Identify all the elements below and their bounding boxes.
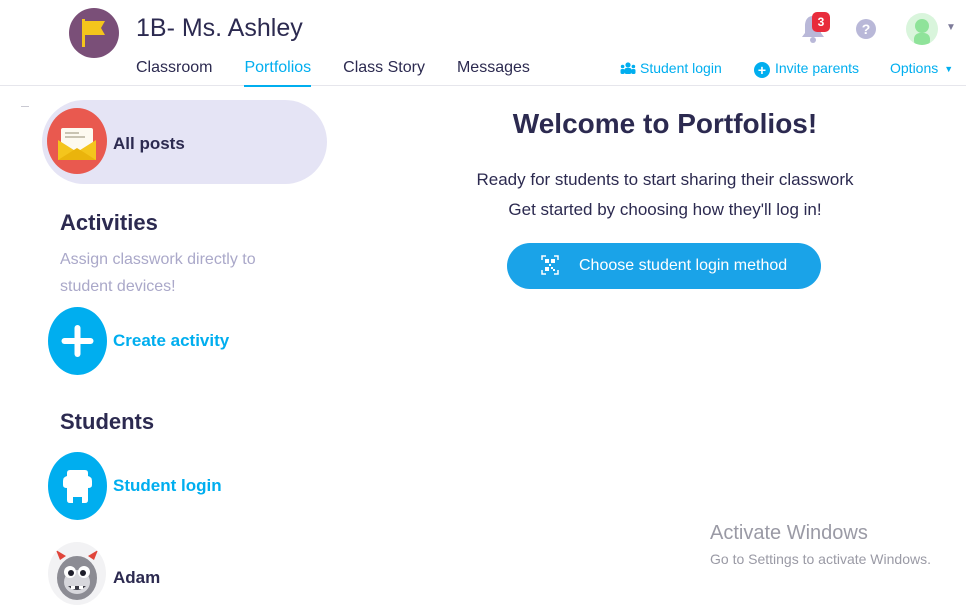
invite-parents-label: Invite parents xyxy=(775,60,860,76)
all-posts-item[interactable]: All posts xyxy=(42,100,327,184)
class-title: 1B- Ms. Ashley xyxy=(136,14,303,42)
sidebar: All posts Activities Assign classwork di… xyxy=(0,86,340,605)
user-silhouette-icon xyxy=(914,19,930,45)
choose-login-method-label: Choose student login method xyxy=(579,257,788,274)
user-avatar[interactable] xyxy=(906,13,938,45)
tab-classroom[interactable]: Classroom xyxy=(136,59,212,87)
student-login-button[interactable]: Student login xyxy=(48,452,338,520)
divider xyxy=(21,106,29,107)
student-name: Adam xyxy=(113,568,161,587)
help-icon[interactable]: ? xyxy=(856,19,876,39)
header-student-login-label: Student login xyxy=(640,60,722,76)
student-login-circle xyxy=(48,452,107,520)
invite-parents-link[interactable]: + Invite parents xyxy=(754,60,859,78)
nav-tabs: Classroom Portfolios Class Story Message… xyxy=(136,59,562,87)
flag-icon xyxy=(82,19,105,47)
intro-line-1: Ready for students to start sharing thei… xyxy=(476,170,854,189)
notification-badge: 3 xyxy=(812,12,830,32)
options-label: Options xyxy=(890,60,939,76)
students-icon xyxy=(620,62,636,74)
plus-circle-icon: + xyxy=(754,62,770,78)
chevron-down-icon: ▼ xyxy=(944,64,954,74)
activate-windows-subtitle: Go to Settings to activate Windows. xyxy=(710,551,931,567)
options-link[interactable]: Options ▼ xyxy=(890,60,953,76)
student-icon xyxy=(63,470,92,503)
student-avatar xyxy=(48,542,106,605)
tab-portfolios[interactable]: Portfolios xyxy=(244,59,312,87)
student-list-item[interactable]: Adam xyxy=(48,542,338,605)
activities-title: Activities xyxy=(60,210,158,235)
plus-icon xyxy=(61,325,94,357)
students-title: Students xyxy=(60,409,155,434)
avatar-chevron-icon[interactable]: ▼ xyxy=(946,22,956,33)
activate-windows-title: Activate Windows xyxy=(710,522,868,544)
tab-class-story[interactable]: Class Story xyxy=(343,59,425,87)
tab-messages[interactable]: Messages xyxy=(457,59,530,87)
choose-login-method-button[interactable]: Choose student login method xyxy=(507,243,821,289)
page-title: Welcome to Portfolios! xyxy=(512,108,818,139)
activities-description: Assign classwork directly to student dev… xyxy=(60,251,256,295)
envelope-icon xyxy=(58,128,96,160)
intro-line-2: Get started by choosing how they'll log … xyxy=(508,200,822,219)
create-activity-button[interactable]: Create activity xyxy=(48,307,338,375)
all-posts-avatar xyxy=(47,108,107,174)
class-avatar[interactable] xyxy=(69,8,119,58)
create-activity-label: Create activity xyxy=(113,331,230,350)
top-header: 1B- Ms. Ashley Classroom Portfolios Clas… xyxy=(0,0,966,87)
create-activity-circle xyxy=(48,307,107,375)
monster-avatar-icon xyxy=(56,550,98,600)
all-posts-label: All posts xyxy=(113,134,185,153)
student-login-label: Student login xyxy=(113,476,222,495)
header-student-login-link[interactable]: Student login xyxy=(620,60,722,76)
qr-scan-icon xyxy=(541,255,559,275)
